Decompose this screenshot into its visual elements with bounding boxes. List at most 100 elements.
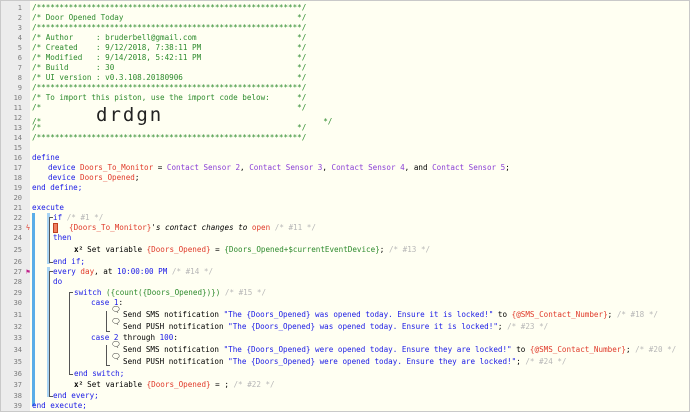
execute-keyword[interactable]: execute <box>32 203 64 213</box>
code-line: 10 /* To import this piston, use the impo… <box>1 93 689 103</box>
code-line: 38 end every; <box>1 391 689 401</box>
code-line: 34 🗨 Send SMS notification "The {Doors_Ope… <box>1 340 689 355</box>
case-keyword: case <box>91 298 110 307</box>
code-line: 19 end define; <box>1 183 689 193</box>
code-editor: 1 /**************************************… <box>0 0 690 412</box>
through-text: through <box>118 333 160 342</box>
sms-action[interactable]: Send SMS notification "The {Doors_Opened… <box>123 345 676 355</box>
code-line: 37 x² Set variable {Doors_Opened} = ; /* #… <box>1 380 689 390</box>
lightning-icon: ϟ <box>25 224 31 232</box>
to-text: to <box>511 345 530 354</box>
action-label: Set variable <box>87 380 147 389</box>
statement-id-comment: /* #24 */ <box>525 357 567 366</box>
line-number: 11 <box>13 104 22 112</box>
define-keyword[interactable]: define <box>32 153 59 163</box>
action-label: Send PUSH notification <box>123 322 229 331</box>
push-action[interactable]: Send PUSH notification "The {Doors_Opene… <box>123 357 567 367</box>
every-keyword: every <box>53 267 76 276</box>
interval-unit: day <box>75 267 95 276</box>
code-line: 18 device Doors_Opened; <box>1 173 689 183</box>
code-line: 33 case 2 through 100: <box>1 333 689 343</box>
statement-id-comment: /* #18 */ <box>616 310 658 319</box>
line-number: 35 <box>13 358 22 366</box>
code-line: 22 if /* #1 */ <box>1 213 689 223</box>
code-line: 14 /*************************************… <box>1 133 689 143</box>
set-variable-action[interactable]: x² Set variable {Doors_Opened} = {Doors_O… <box>74 245 430 255</box>
case-2[interactable]: case 2 through 100: <box>91 333 178 343</box>
if-keyword: if <box>53 213 63 222</box>
message-text: "The {Doors_Opened} were opened today. E… <box>223 345 512 354</box>
statement-id-comment: /* #20 */ <box>635 345 677 354</box>
device-name: Contact Sensor 4 <box>331 163 405 172</box>
code-line: 21 execute <box>1 203 689 213</box>
code-line: 16 define <box>1 153 689 163</box>
device-declaration[interactable]: device Doors_To_Monitor = Contact Sensor… <box>48 163 510 173</box>
build-comment: /* Build : 30 */ <box>32 63 307 72</box>
end-define-keyword[interactable]: end define; <box>32 183 82 193</box>
semicolon: ; <box>607 310 613 319</box>
device-variable-name: Doors_To_Monitor <box>80 163 154 172</box>
statement-id-comment: /* #11 */ <box>274 223 316 232</box>
line-number: 29 <box>13 289 22 297</box>
line-number: 7 <box>17 64 22 72</box>
line-number: 37 <box>13 381 22 389</box>
semicolon: ; <box>497 322 503 331</box>
condition[interactable]: {Doors_To_Monitor}'s contact changes to … <box>69 223 316 233</box>
case-keyword: case <box>91 333 110 342</box>
code-line: 12/* drdgn */ <box>1 106 689 127</box>
line-number: 22 <box>13 214 22 222</box>
device-name: Contact Sensor 5 <box>432 163 506 172</box>
code-line: 26 end if; <box>1 257 689 267</box>
end-execute-keyword[interactable]: end execute; <box>32 401 87 411</box>
semicolon: ; <box>379 245 385 254</box>
line-number: 13 <box>13 124 22 132</box>
code-line: 36 end switch; <box>1 369 689 379</box>
push-action[interactable]: Send PUSH notification "The {Doors_Opene… <box>123 322 548 332</box>
code-line: 13 /* */ <box>1 123 689 133</box>
line-number: 9 <box>17 84 22 92</box>
speech-bubble-icon: 🗨 <box>111 340 121 349</box>
line-number: 16 <box>13 154 22 162</box>
code-line: 35 🗨 Send PUSH notification "The {Doors_Op… <box>1 352 689 367</box>
code-line: 3 /**************************************… <box>1 23 689 33</box>
action-label: Send SMS notification <box>123 345 224 354</box>
at-text: , at <box>94 267 118 276</box>
line-number: 34 <box>13 346 22 354</box>
comment-text: /***************************************… <box>32 83 307 92</box>
line-number: 31 <box>13 311 22 319</box>
speech-bubble-icon: 🗨 <box>111 305 121 314</box>
set-variable-action[interactable]: x² Set variable {Doors_Opened} = ; /* #22… <box>74 380 275 390</box>
comment-text: /* */ <box>32 123 307 132</box>
line-number: 21 <box>13 204 22 212</box>
line-number: 23 <box>13 224 22 232</box>
code-line: 9 /**************************************… <box>1 83 689 93</box>
if-statement[interactable]: if /* #1 */ <box>53 213 103 223</box>
sms-action[interactable]: Send SMS notification "The {Doors_Opened… <box>123 310 658 320</box>
line-number: 26 <box>13 258 22 266</box>
semicolon: ; <box>134 173 140 182</box>
phone-variable: {@SMS_Contact_Number} <box>529 345 626 354</box>
semicolon: ; <box>625 345 631 354</box>
line-number: 14 <box>13 134 22 142</box>
every-statement[interactable]: every day, at 10:00:00 PM /* #14 */ <box>53 267 213 277</box>
statement-id-comment: /* #14 */ <box>171 267 214 276</box>
device-keyword: device <box>48 163 76 172</box>
statement-id-comment: /* #15 */ <box>224 288 267 297</box>
device-name: Contact Sensor 2 <box>166 163 241 172</box>
code-line: 25 x² Set variable {Doors_Opened} = {Doors… <box>1 245 689 255</box>
semicolon: ; <box>505 163 510 172</box>
line-number: 27 <box>13 268 22 276</box>
condition-value: open <box>251 223 271 232</box>
assignment-tail: = ; <box>210 380 229 389</box>
comment-text: /***************************************… <box>32 23 307 32</box>
import-instructions-comment: /* To import this piston, use the import… <box>32 93 307 102</box>
switch-statement[interactable]: switch ({count({Doors_Opened})}) /* #15 … <box>74 288 266 298</box>
separator: , <box>240 163 250 172</box>
line-number: 18 <box>13 174 22 182</box>
device-name: Contact Sensor 3 <box>249 163 323 172</box>
statement-id-comment: /* #23 */ <box>507 322 549 331</box>
line-number: 4 <box>17 34 22 42</box>
line-number: 39 <box>13 402 22 410</box>
device-declaration[interactable]: device Doors_Opened; <box>48 173 139 183</box>
line-number: 32 <box>13 323 22 331</box>
